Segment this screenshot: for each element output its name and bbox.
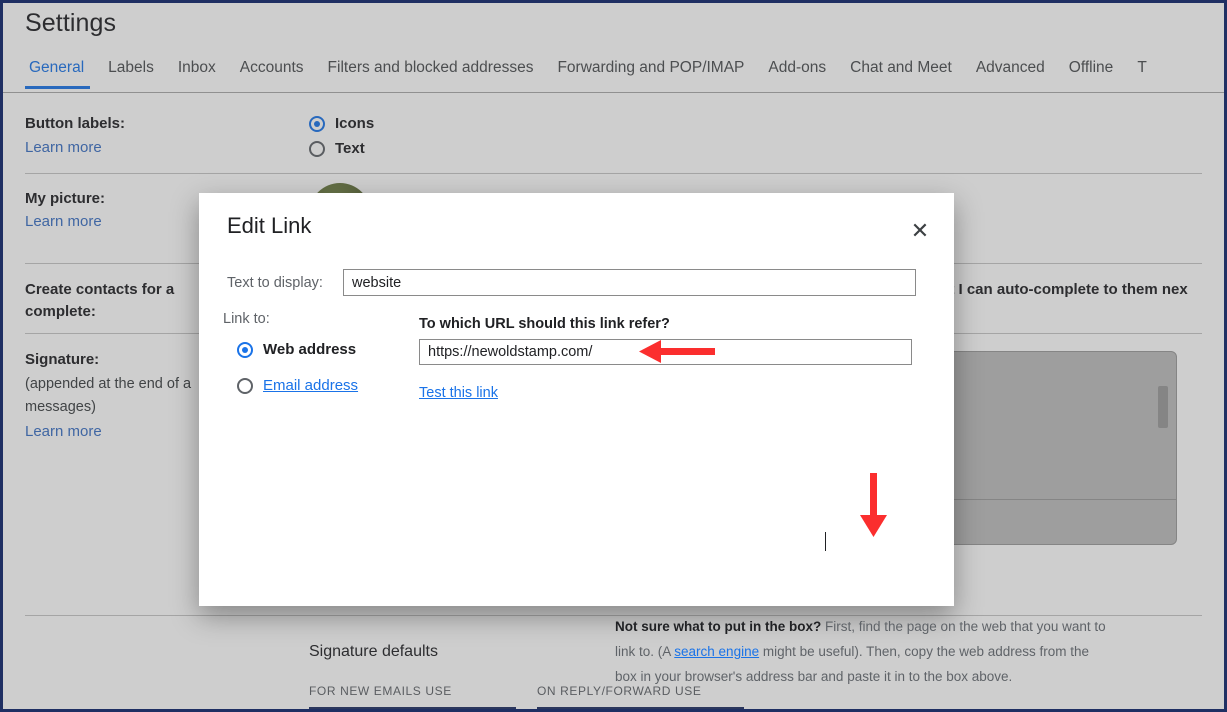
signature-note-line1: (appended at the end of a xyxy=(25,376,192,392)
create-contacts-title-line1: Create contacts for a xyxy=(25,281,175,298)
url-question-label: To which URL should this link refer? xyxy=(419,316,670,332)
link-to-option-email-address[interactable]: Email address xyxy=(237,377,358,394)
help-text-lead: Not sure what to put in the box? xyxy=(615,619,822,634)
signature-defaults-col-new-emails: FOR NEW EMAILS USE xyxy=(309,684,452,698)
radio-email-address-label[interactable]: Email address xyxy=(263,377,358,394)
my-picture-title: My picture: xyxy=(25,190,106,207)
button-labels-option-text[interactable]: Text xyxy=(309,140,365,157)
settings-window: Settings General Labels Inbox Accounts F… xyxy=(0,0,1227,712)
radio-web-address-label: Web address xyxy=(263,341,357,358)
tab-themes[interactable]: T xyxy=(1125,55,1158,89)
close-icon[interactable]: ✕ xyxy=(906,217,934,245)
link-to-label: Link to: xyxy=(223,311,270,327)
tab-inbox[interactable]: Inbox xyxy=(166,55,228,89)
settings-tab-bar: General Labels Inbox Accounts Filters an… xyxy=(3,55,1224,93)
help-text: Not sure what to put in the box? First, … xyxy=(615,614,1107,689)
radio-email-address[interactable] xyxy=(237,377,253,394)
tab-general[interactable]: General xyxy=(25,55,96,89)
text-to-display-label: Text to display: xyxy=(227,275,323,291)
annotation-arrow-down xyxy=(860,473,887,537)
signature-defaults-title: Signature defaults xyxy=(309,643,438,660)
tab-chat-and-meet[interactable]: Chat and Meet xyxy=(838,55,964,89)
radio-icons[interactable] xyxy=(309,115,325,132)
tab-accounts[interactable]: Accounts xyxy=(228,55,316,89)
tab-offline[interactable]: Offline xyxy=(1057,55,1126,89)
tab-labels[interactable]: Labels xyxy=(96,55,166,89)
button-labels-option-icons[interactable]: Icons xyxy=(309,115,374,132)
signature-learn-more[interactable]: Learn more xyxy=(25,421,102,443)
button-labels-title: Button labels: xyxy=(25,115,125,132)
edit-link-dialog: Edit Link ✕ Text to display: Link to: We… xyxy=(199,193,1106,684)
radio-text[interactable] xyxy=(309,140,325,157)
dialog-title: Edit Link xyxy=(227,213,312,238)
signature-note-line2: messages) xyxy=(25,399,96,415)
button-labels-learn-more[interactable]: Learn more xyxy=(25,137,102,159)
annotation-arrow-left xyxy=(639,340,715,363)
tab-forwarding-and-pop-imap[interactable]: Forwarding and POP/IMAP xyxy=(545,55,756,89)
signature-scrollbar[interactable] xyxy=(1158,386,1168,428)
signature-defaults-select-reply-forward[interactable] xyxy=(537,707,744,709)
my-picture-learn-more[interactable]: Learn more xyxy=(25,211,102,233)
create-contacts-option-text: at I can auto-complete to them nex xyxy=(941,281,1188,298)
tab-advanced[interactable]: Advanced xyxy=(964,55,1057,89)
radio-icons-label: Icons xyxy=(335,115,375,132)
page-title: Settings xyxy=(25,9,117,37)
link-to-option-web-address[interactable]: Web address xyxy=(237,341,356,358)
tab-filters-and-blocked-addresses[interactable]: Filters and blocked addresses xyxy=(316,55,546,89)
create-contacts-title-line2: complete: xyxy=(25,303,96,320)
text-to-display-input[interactable] xyxy=(343,269,916,296)
tab-add-ons[interactable]: Add-ons xyxy=(756,55,838,89)
signature-defaults-select-new-emails[interactable] xyxy=(309,707,516,709)
divider xyxy=(25,173,1202,174)
radio-web-address[interactable] xyxy=(237,341,253,358)
signature-title: Signature: xyxy=(25,351,100,368)
text-caret xyxy=(825,532,826,551)
search-engine-link[interactable]: search engine xyxy=(674,644,759,659)
test-this-link[interactable]: Test this link xyxy=(419,385,498,401)
radio-text-label: Text xyxy=(335,140,365,157)
